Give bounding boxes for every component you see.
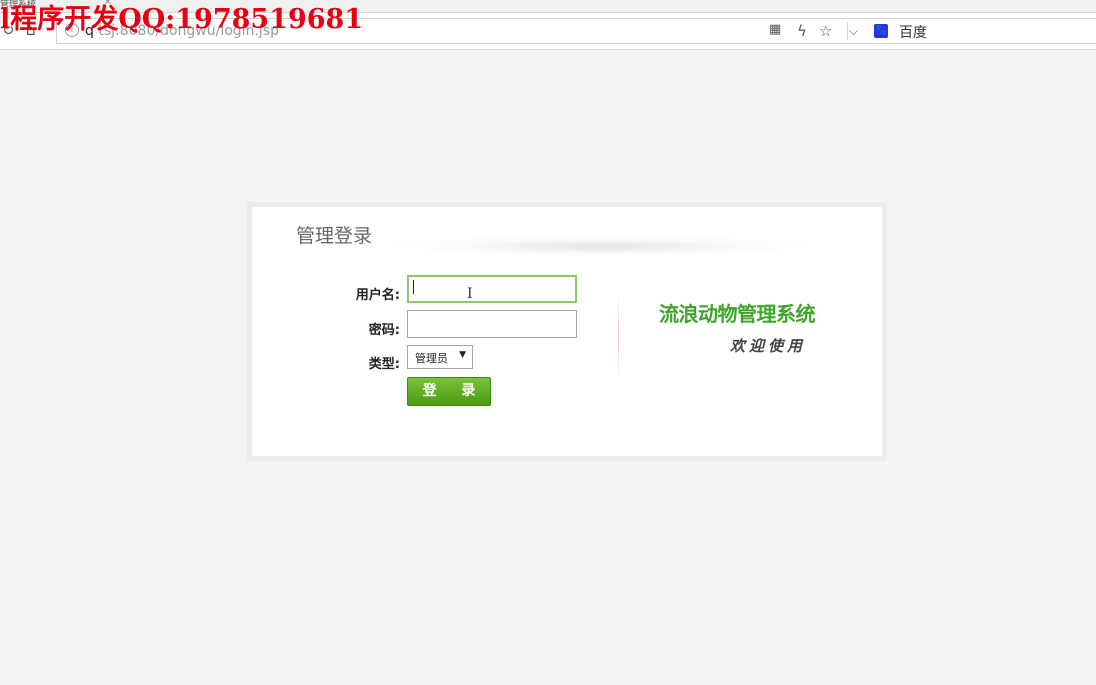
- username-input[interactable]: [407, 275, 577, 303]
- username-label: 用户名:: [355, 288, 400, 303]
- dropdown-chevron-icon[interactable]: ⌵: [849, 24, 858, 39]
- password-label: 密码:: [368, 323, 400, 338]
- user-type-select[interactable]: 管理员 ▼: [407, 345, 473, 369]
- type-label: 类型:: [368, 357, 400, 372]
- star-icon[interactable]: ☆: [819, 22, 832, 40]
- toolbar-separator: [847, 22, 848, 40]
- divider: [618, 293, 619, 383]
- system-name: 流浪动物管理系统: [659, 302, 816, 326]
- user-type-value: 管理员: [415, 352, 448, 365]
- welcome-text: 欢迎使用: [730, 337, 807, 355]
- lightning-icon[interactable]: ϟ: [797, 22, 807, 40]
- page-title: 管理登录: [296, 225, 373, 247]
- watermark-text: l程序开发QQ:1978519681: [0, 4, 364, 35]
- mouse-cursor-icon: I: [467, 286, 473, 302]
- password-input[interactable]: [407, 310, 577, 338]
- text-caret: [413, 280, 414, 294]
- qr-code-icon[interactable]: ▦: [769, 22, 781, 37]
- search-engine-label[interactable]: 百度: [899, 22, 927, 42]
- title-decoration: [387, 235, 817, 257]
- baidu-icon[interactable]: 🐾: [874, 24, 888, 38]
- chevron-down-icon: ▼: [459, 350, 466, 360]
- login-button[interactable]: 登 录: [407, 377, 491, 406]
- login-panel: 管理登录 用户名: I 密码: 类型: 管理员 ▼ 登 录 流浪动物管理系统 欢…: [247, 202, 887, 461]
